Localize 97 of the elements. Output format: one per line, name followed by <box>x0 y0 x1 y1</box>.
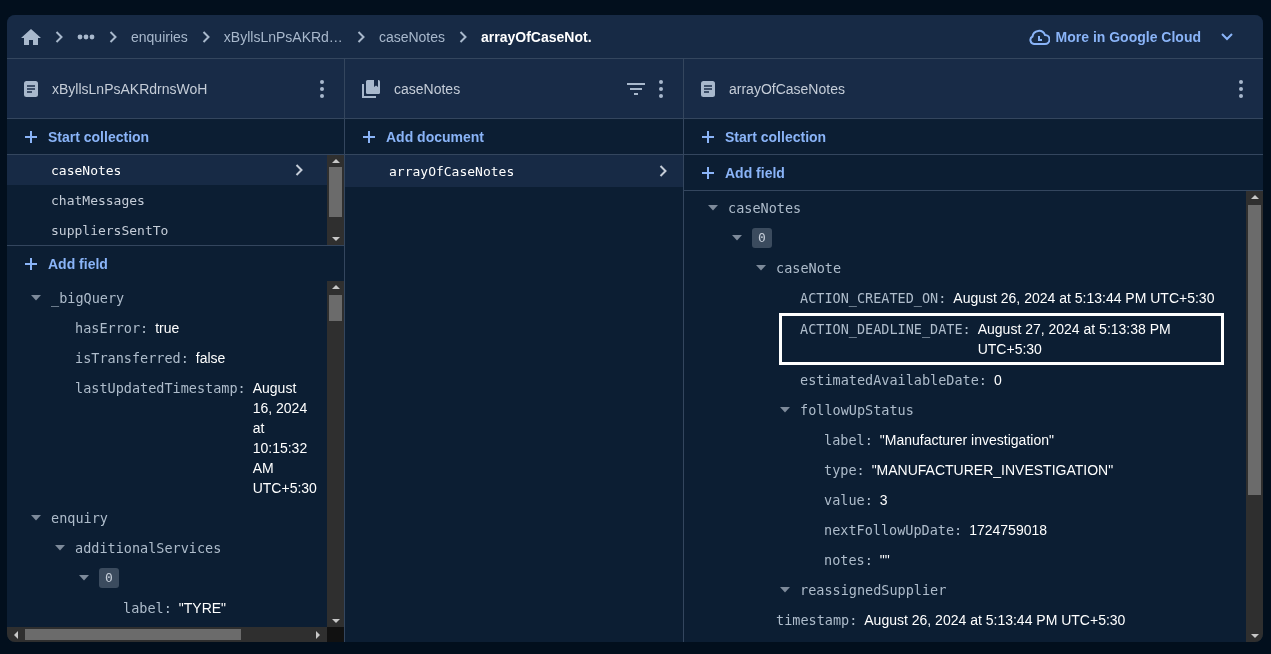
field-name: ACTION_DEADLINE_DATE: <box>800 320 971 339</box>
field-value: "TYRE" <box>178 599 227 618</box>
chevron-right-icon <box>459 30 468 43</box>
field-value: "MANUFACTURER_INVESTIGATION" <box>871 461 1114 480</box>
document-name: arrayOfCaseNotes <box>389 163 515 179</box>
field-name: estimatedAvailableDate: <box>800 371 987 390</box>
home-icon[interactable] <box>21 27 41 46</box>
collection-icon <box>362 79 380 98</box>
caret-icon[interactable] <box>708 205 718 211</box>
field-name: isTransferred: <box>75 349 189 368</box>
collection-name: chatMessages <box>51 192 145 208</box>
scrollbar-thumb[interactable] <box>329 167 342 217</box>
field-name: ACTION_CREATED_ON: <box>800 289 947 308</box>
chevron-right-icon <box>295 164 303 176</box>
field-name: notes: <box>824 551 873 570</box>
caret-icon[interactable] <box>756 265 766 271</box>
chevron-down-icon <box>1221 32 1233 41</box>
more-options-icon[interactable] <box>320 79 324 98</box>
document-icon <box>24 80 38 97</box>
collection-item[interactable]: chatMessages <box>7 185 327 215</box>
plus-icon <box>25 130 37 143</box>
cloud-icon <box>1027 28 1050 45</box>
field-name: caseNote <box>776 259 842 278</box>
field-value: 0 <box>993 371 1002 390</box>
plus-icon <box>702 166 714 179</box>
caret-icon[interactable] <box>79 575 89 581</box>
add-field-button[interactable]: Add field <box>702 162 785 183</box>
field-name: timestamp: <box>776 611 858 630</box>
more-options-icon[interactable] <box>1239 79 1243 98</box>
panel-title: caseNotes <box>394 80 461 97</box>
field-name: lastUpdatedTimestamp: <box>75 379 246 398</box>
breadcrumb-link[interactable]: xByllsLnPsAKRd… <box>223 28 343 45</box>
plus-icon <box>363 130 375 143</box>
field-value: August 16, 2024 at 10:15:32 AM UTC+5:30 <box>252 379 317 498</box>
caret-icon[interactable] <box>732 235 742 241</box>
field-value: 1724759018 <box>969 521 1048 540</box>
more-options-icon[interactable] <box>659 79 663 98</box>
plus-icon <box>25 257 37 270</box>
field-name: hasError: <box>75 319 149 338</box>
panel-title: xByllsLnPsAKRdrnsWoH <box>52 80 208 97</box>
filter-icon[interactable] <box>627 82 645 95</box>
field-name: additionalServices <box>75 539 222 558</box>
caret-icon[interactable] <box>55 545 65 551</box>
breadcrumb-link[interactable]: arrayOfCaseNot. <box>481 28 592 45</box>
scrollbar-thumb[interactable] <box>1248 205 1261 495</box>
field-name: caseNotes <box>728 199 802 218</box>
scrollbar[interactable] <box>327 281 344 627</box>
field-name: _bigQuery <box>51 289 125 308</box>
horizontal-scrollbar[interactable] <box>7 627 344 642</box>
cloud-link[interactable]: More in Google Cloud <box>1027 24 1233 49</box>
document-item[interactable]: arrayOfCaseNotes <box>345 155 683 187</box>
collection-name: suppliersSentTo <box>51 222 169 238</box>
field-name: value: <box>824 491 873 510</box>
field-value: false <box>195 349 226 368</box>
more-icon[interactable] <box>77 33 95 40</box>
chevron-right-icon <box>356 30 365 43</box>
field-name: enquiry <box>51 509 108 528</box>
scrollbar-thumb[interactable] <box>25 629 241 640</box>
chevron-right-icon <box>55 30 63 43</box>
document-icon <box>701 80 715 97</box>
caret-icon[interactable] <box>31 515 41 521</box>
caret-icon[interactable] <box>780 407 790 413</box>
chevron-right-icon <box>659 165 667 177</box>
add-field-button[interactable]: Add field <box>25 253 108 274</box>
field-value: August 26, 2024 at 5:13:44 PM UTC+5:30 <box>953 289 1215 308</box>
chevron-right-icon <box>109 30 117 43</box>
start-collection-button[interactable]: Start collection <box>702 126 827 147</box>
field-name: nextFollowUpDate: <box>824 521 963 540</box>
field-value: "Manufacturer investigation" <box>879 431 1054 450</box>
index-badge: 0 <box>99 568 119 588</box>
plus-icon <box>702 130 714 143</box>
chevron-right-icon <box>201 30 210 43</box>
start-collection-button[interactable]: Start collection <box>25 126 150 147</box>
add-document-button[interactable]: Add document <box>363 126 484 147</box>
field-name: reassignedSupplier <box>800 581 947 600</box>
field-name: label: <box>123 599 172 618</box>
breadcrumb-link[interactable]: caseNotes <box>378 28 446 45</box>
breadcrumb-link[interactable]: enquiries <box>131 28 188 45</box>
caret-icon[interactable] <box>780 587 790 593</box>
field-value: August 26, 2024 at 5:13:44 PM UTC+5:30 <box>864 611 1126 630</box>
scrollbar-thumb[interactable] <box>329 295 342 321</box>
caret-icon[interactable] <box>31 295 41 301</box>
scrollbar[interactable] <box>327 155 344 245</box>
field-name: label: <box>824 431 873 450</box>
collection-item[interactable]: suppliersSentTo <box>7 215 327 245</box>
field-value: "" <box>879 551 890 570</box>
panel-title: arrayOfCaseNotes <box>729 80 845 97</box>
collection-item[interactable]: caseNotes <box>7 155 327 185</box>
scrollbar[interactable] <box>1246 191 1263 642</box>
field-name: type: <box>824 461 865 480</box>
field-name: followUpStatus <box>800 401 914 420</box>
index-badge: 0 <box>752 228 772 248</box>
field-value: August 27, 2024 at 5:13:38 PM UTC+5:30 <box>977 320 1172 359</box>
field-value: 3 <box>879 491 888 510</box>
scrollbar-corner <box>327 627 344 642</box>
field-value: true <box>155 319 180 338</box>
collection-name: caseNotes <box>51 162 122 178</box>
